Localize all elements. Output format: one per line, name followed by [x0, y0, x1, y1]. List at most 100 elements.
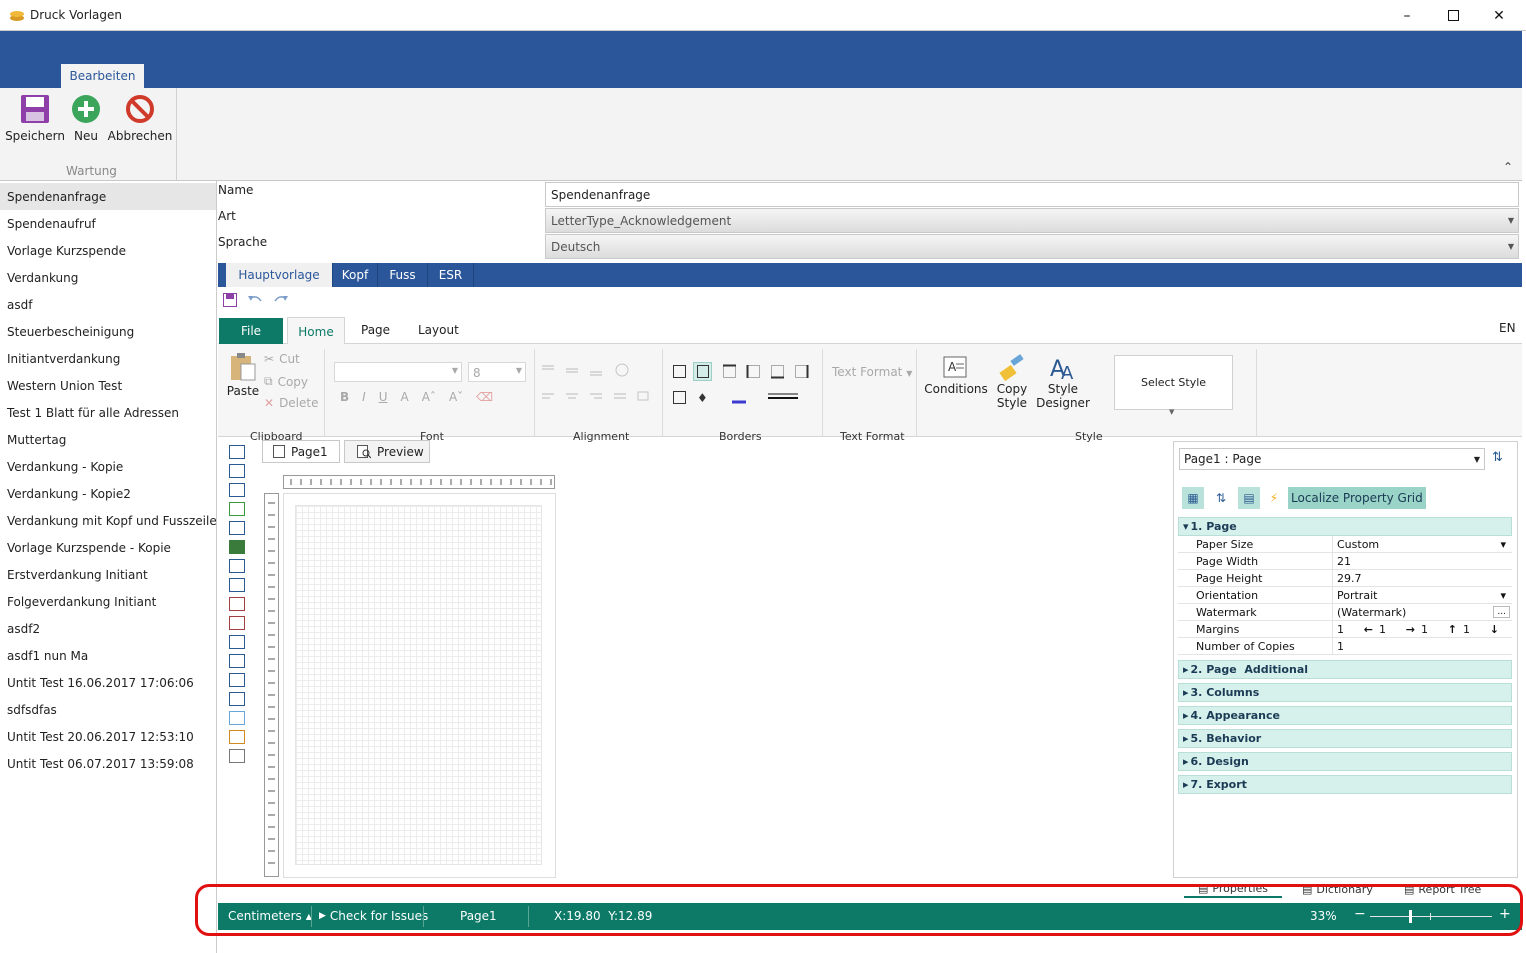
tab-bearbeiten[interactable]: Bearbeiten	[61, 64, 144, 88]
template-list-item[interactable]: Verdankung - Kopie2	[0, 480, 216, 507]
check-for-issues-button[interactable]: ▶ Check for Issues	[319, 909, 428, 923]
template-list-item[interactable]: Test 1 Blatt für alle Adressen	[0, 399, 216, 426]
text-icon[interactable]	[229, 559, 245, 573]
tab-properties[interactable]: ▤ Properties	[1184, 880, 1282, 898]
property-row[interactable]: Orientation Portrait ▾	[1178, 587, 1512, 604]
categorized-icon[interactable]: ▦	[1182, 487, 1204, 509]
font-color-button[interactable]: A	[401, 390, 409, 404]
property-row[interactable]: Number of Copies 1	[1178, 638, 1512, 655]
template-list-item[interactable]: Untit Test 20.06.2017 12:53:10	[0, 723, 216, 750]
property-row[interactable]: Page Width 21	[1178, 553, 1512, 570]
chart-icon[interactable]	[229, 730, 245, 744]
bold-button[interactable]: B	[340, 390, 349, 404]
template-list-item[interactable]: asdf2	[0, 615, 216, 642]
cut-button[interactable]: ✂ Cut	[264, 352, 300, 366]
property-value[interactable]: 21	[1333, 553, 1512, 570]
copy-button[interactable]: ⧉ Copy	[264, 374, 308, 389]
property-category[interactable]: ▸ 6. Design	[1178, 752, 1512, 771]
template-list-item[interactable]: Spendenaufruf	[0, 210, 216, 237]
page-header-band-icon[interactable]	[229, 464, 245, 478]
property-category[interactable]: ▸ 5. Behavior	[1178, 729, 1512, 748]
tab-page[interactable]: Page	[361, 323, 390, 337]
template-list-item[interactable]: Vorlage Kurzspende - Kopie	[0, 534, 216, 561]
events-lightning-icon[interactable]: ⚡	[1266, 487, 1282, 509]
rich-text-icon[interactable]	[229, 578, 245, 592]
new-button[interactable]: Neu	[68, 94, 104, 143]
template-list-item[interactable]: Verdankung - Kopie	[0, 453, 216, 480]
clone-icon[interactable]	[229, 673, 245, 687]
border-buttons[interactable]: ♦	[670, 362, 820, 408]
template-list-item[interactable]: Verdankung	[0, 264, 216, 291]
tab-kopf[interactable]: Kopf	[333, 263, 378, 287]
property-category[interactable]: ▸ 7. Export	[1178, 775, 1512, 794]
name-input[interactable]: Spendenanfrage	[545, 182, 1519, 207]
chevron-down-icon[interactable]: ▼	[1169, 408, 1174, 416]
property-category[interactable]: ▸ 4. Appearance	[1178, 706, 1512, 725]
art-dropdown[interactable]: LetterType_Acknowledgement ▼	[545, 208, 1519, 233]
property-value[interactable]: Portrait ▾	[1333, 587, 1512, 604]
template-list-item[interactable]: Vorlage Kurzspende	[0, 237, 216, 264]
cancel-button[interactable]: Abbrechen	[108, 94, 172, 143]
alphabetical-icon[interactable]: ⇅	[1210, 487, 1232, 509]
template-list-item[interactable]: Muttertag	[0, 426, 216, 453]
property-value[interactable]: (Watermark)...	[1333, 604, 1512, 621]
zoom-out-button[interactable]: −	[1354, 906, 1366, 922]
property-row[interactable]: Watermark (Watermark)...	[1178, 604, 1512, 621]
tab-dictionary[interactable]: ▤ Dictionary	[1290, 880, 1386, 898]
tab-report-tree[interactable]: ▤ Report Tree	[1392, 880, 1512, 898]
table-icon[interactable]	[229, 540, 245, 554]
template-list-item[interactable]: Verdankung mit Kopf und Fusszeile DE	[0, 507, 216, 534]
template-list-item[interactable]: asdf	[0, 291, 216, 318]
property-row[interactable]: Page Height 29.7	[1178, 570, 1512, 587]
property-value[interactable]: 1	[1333, 638, 1512, 655]
template-list-item[interactable]: Untit Test 16.06.2017 17:06:06	[0, 669, 216, 696]
sprache-dropdown[interactable]: Deutsch ▼	[545, 234, 1519, 259]
tab-home[interactable]: Home	[287, 317, 345, 345]
paste-button[interactable]: Paste	[226, 352, 260, 398]
checkbox-icon[interactable]	[229, 692, 245, 706]
grow-font-button[interactable]: Aˆ	[422, 390, 436, 404]
tab-file[interactable]: File	[219, 318, 283, 344]
property-category[interactable]: ▾ 1. Page	[1178, 517, 1512, 536]
property-value[interactable]: 1 ← 1 → 1 ↑ 1 ↓	[1333, 621, 1512, 638]
text-format-button[interactable]: Text Format ▼	[832, 365, 912, 379]
property-category[interactable]: ▸ 2. Page Additional	[1178, 660, 1512, 679]
property-row[interactable]: Margins 1 ← 1 → 1 ↑ 1 ↓	[1178, 621, 1512, 638]
tab-preview[interactable]: Preview	[344, 440, 430, 463]
template-list-item[interactable]: Initiantverdankung	[0, 345, 216, 372]
tab-hauptvorlage[interactable]: Hauptvorlage	[226, 263, 333, 287]
picture-icon[interactable]	[229, 711, 245, 725]
puzzle-icon[interactable]	[229, 521, 245, 535]
tab-fuss[interactable]: Fuss	[378, 263, 428, 287]
copy-style-button[interactable]: Copy Style	[992, 354, 1032, 410]
template-list-item[interactable]: Western Union Test	[0, 372, 216, 399]
font-size-select[interactable]: 8 ▼	[468, 362, 526, 382]
report-title-band-icon[interactable]	[229, 445, 245, 459]
property-row[interactable]: Paper Size Custom ▾	[1178, 536, 1512, 553]
component-selector[interactable]: Page1 : Page ▼	[1179, 448, 1485, 470]
close-window-button[interactable]: ✕	[1476, 0, 1522, 31]
eraser-icon[interactable]: ⌫	[476, 390, 493, 404]
select-style-box[interactable]: Select Style	[1114, 355, 1233, 410]
property-value[interactable]: Custom ▾	[1333, 536, 1512, 553]
save-icon[interactable]	[223, 293, 237, 307]
maximize-button[interactable]	[1430, 0, 1476, 31]
language-indicator[interactable]: EN	[1499, 321, 1516, 335]
image-band-icon[interactable]	[229, 502, 245, 516]
template-list-item[interactable]: Steuerbescheinigung	[0, 318, 216, 345]
template-list-item[interactable]: Spendenanfrage	[0, 183, 216, 210]
collapse-ribbon-icon[interactable]: ⌃	[1503, 160, 1513, 174]
tab-layout[interactable]: Layout	[418, 323, 459, 337]
underline-button[interactable]: U	[379, 390, 388, 404]
template-list-item[interactable]: Erstverdankung Initiant	[0, 561, 216, 588]
template-list-item[interactable]: sdfsdfas	[0, 696, 216, 723]
redo-icon[interactable]	[273, 293, 289, 307]
barcode-icon[interactable]	[229, 597, 245, 611]
subreport-icon[interactable]	[229, 654, 245, 668]
property-category[interactable]: ▸ 3. Columns	[1178, 683, 1512, 702]
italic-button[interactable]: I	[362, 390, 366, 404]
chart-text-icon[interactable]	[229, 616, 245, 630]
ellipsis-button[interactable]: ...	[1493, 606, 1510, 618]
panel-icon[interactable]	[229, 635, 245, 649]
zoom-slider[interactable]	[1370, 916, 1492, 917]
